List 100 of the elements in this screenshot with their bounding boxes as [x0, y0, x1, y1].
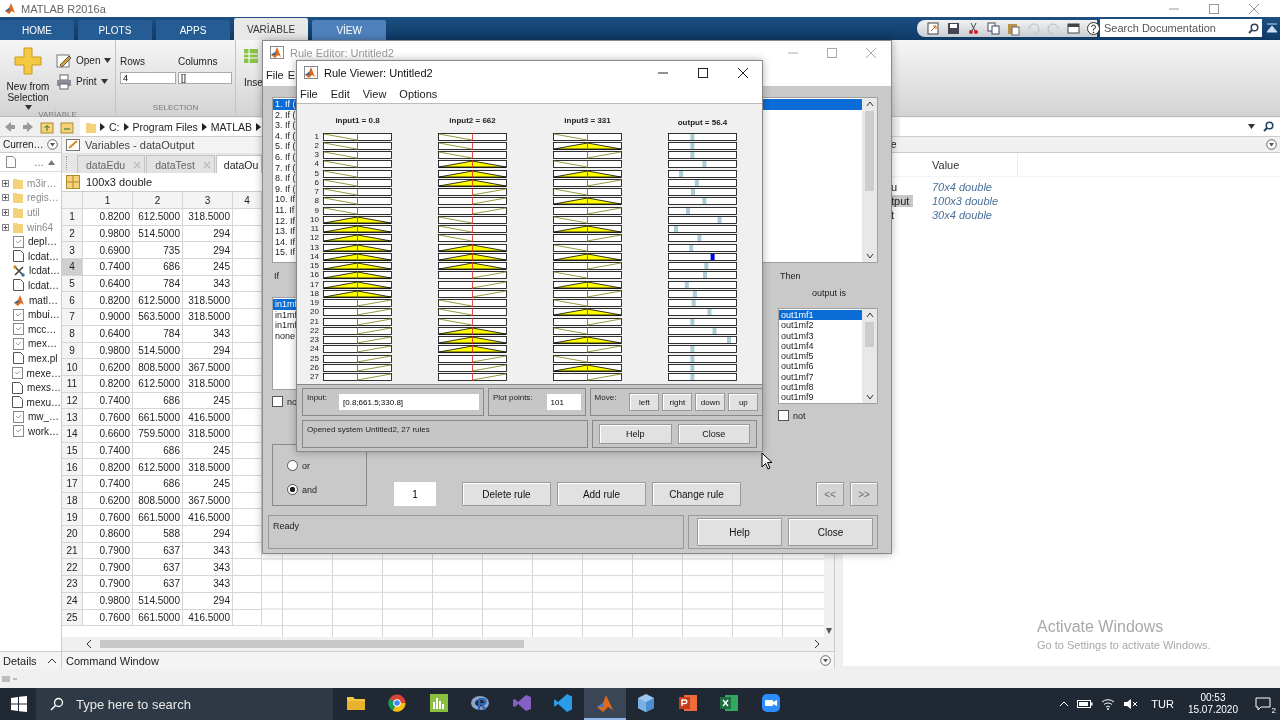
file-name[interactable]: lcdat…: [29, 265, 61, 277]
membership-list[interactable]: out1mf1 out1mf2 out1mf3 out1mf4 out1mf5 out1mf6 out1mf7 out1mf8 out1mf9: [778, 308, 878, 404]
list-item[interactable]: out1mf6: [779, 361, 862, 372]
list-item[interactable]: out1mf1: [779, 310, 862, 321]
menu-item[interactable]: Edit: [330, 87, 350, 100]
row-header[interactable]: 3: [62, 242, 83, 260]
start-icon[interactable]: [11, 696, 27, 712]
radio-button[interactable]: [287, 460, 298, 471]
file-name[interactable]: win64: [27, 221, 54, 233]
scrollbar[interactable]: [62, 637, 834, 651]
column-header[interactable]: 4: [233, 192, 262, 209]
move-button[interactable]: left: [629, 393, 660, 411]
scroll-thumb[interactable]: [865, 322, 874, 347]
scroll-right-icon[interactable]: [814, 640, 820, 648]
list-item[interactable]: out1mf3: [779, 330, 862, 341]
cut-icon[interactable]: [966, 21, 981, 36]
expand-icon[interactable]: [2, 194, 9, 202]
list-item[interactable]: out1mf4: [779, 340, 862, 352]
rows-field[interactable]: 4: [120, 72, 176, 84]
expand-icon[interactable]: [2, 179, 9, 187]
dialog-button[interactable]: Help: [599, 424, 672, 444]
checkbox[interactable]: [272, 396, 283, 407]
row-header[interactable]: 20: [62, 526, 83, 543]
plot-points-field[interactable]: 101: [546, 394, 581, 410]
file-name[interactable]: mexs…: [27, 382, 61, 394]
shortcut-icon[interactable]: [926, 21, 941, 36]
radio-button[interactable]: [287, 484, 298, 495]
file-name[interactable]: depl…: [28, 236, 57, 248]
rule-button[interactable]: Add rule: [557, 482, 646, 506]
variable-tab[interactable]: dataOu: [215, 155, 263, 173]
menu-item[interactable]: File: [266, 69, 284, 81]
search-icon[interactable]: [1248, 23, 1259, 34]
dialog-button[interactable]: Close: [677, 424, 750, 444]
move-button[interactable]: down: [695, 393, 726, 411]
ribbon-tab[interactable]: PLOTS: [78, 20, 152, 40]
rule-number-field[interactable]: 1: [394, 482, 436, 506]
row-header[interactable]: 6: [62, 292, 83, 310]
ribbon-tab[interactable]: APPS: [156, 20, 230, 40]
row-header[interactable]: 16: [62, 459, 83, 476]
menu-item[interactable]: E: [287, 69, 296, 81]
scrollbar[interactable]: [862, 309, 877, 403]
file-name[interactable]: mexe…: [26, 367, 61, 379]
file-name[interactable]: mbui…: [28, 309, 60, 321]
row-header[interactable]: 17: [62, 476, 83, 493]
menu-item[interactable]: View: [362, 87, 387, 100]
ribbon-tab[interactable]: HOME: [0, 20, 74, 40]
dialog-button[interactable]: Help: [697, 518, 782, 546]
collapse-icon[interactable]: [1266, 22, 1278, 34]
menu-item[interactable]: Options: [399, 87, 438, 100]
panel-menu-icon[interactable]: [1266, 139, 1277, 150]
insert-button[interactable]: Inse: [244, 48, 263, 88]
file-name[interactable]: mex…: [28, 338, 57, 350]
list-item[interactable]: out1mf5: [779, 351, 862, 362]
checkbox[interactable]: [778, 410, 789, 421]
variable-tab[interactable]: dataEdu: [77, 155, 146, 173]
expand-icon[interactable]: [2, 223, 9, 231]
scroll-down-icon[interactable]: [865, 394, 874, 400]
ribbon-tab[interactable]: VİEW: [312, 20, 387, 40]
file-name[interactable]: lcdat…: [28, 279, 60, 291]
row-header[interactable]: 10: [62, 359, 83, 376]
address-field[interactable]: C: Program Files MATLAB: [80, 117, 262, 136]
close-button[interactable]: [737, 66, 749, 79]
list-item[interactable]: out1mf9: [779, 392, 862, 403]
battery-icon[interactable]: [1077, 699, 1094, 709]
row-header[interactable]: 4: [62, 259, 83, 276]
column-header[interactable]: 2: [133, 192, 183, 209]
file-name[interactable]: mw_…: [28, 411, 60, 423]
file-name[interactable]: m3ir…: [27, 177, 57, 189]
dialog-button[interactable]: Close: [788, 518, 873, 546]
list-item[interactable]: out1mf2: [779, 320, 862, 331]
language-indicator[interactable]: TUR: [1151, 698, 1174, 710]
file-name[interactable]: work…: [28, 425, 60, 437]
variable-name[interactable]: tput: [891, 195, 914, 207]
row-header[interactable]: 1: [62, 209, 83, 226]
muted-speaker-icon[interactable]: [1123, 698, 1140, 710]
file-name[interactable]: matl…: [29, 294, 58, 306]
window-icon[interactable]: [1066, 21, 1081, 36]
column-header[interactable]: …: [34, 156, 44, 168]
columns-field[interactable]: []: [178, 72, 232, 84]
row-header[interactable]: 7: [62, 309, 83, 326]
scroll-down-icon[interactable]: [826, 627, 832, 635]
scroll-up-icon[interactable]: [865, 101, 874, 107]
file-name[interactable]: regis…: [27, 192, 59, 204]
row-header[interactable]: 13: [62, 409, 83, 426]
save-icon[interactable]: [946, 21, 961, 36]
column-header[interactable]: 3: [183, 192, 233, 209]
file-name[interactable]: mexu…: [26, 396, 61, 408]
panel-menu-icon[interactable]: [820, 655, 831, 666]
search-icon[interactable]: [50, 697, 64, 711]
search-icon[interactable]: [1263, 121, 1274, 132]
chevron-up-icon[interactable]: [1059, 701, 1070, 707]
move-button[interactable]: right: [662, 393, 693, 411]
scroll-left-icon[interactable]: [86, 640, 92, 648]
scrollbar[interactable]: [862, 98, 877, 262]
maximize-button[interactable]: [697, 66, 709, 79]
file-name[interactable]: util: [27, 207, 40, 218]
rule-button[interactable]: Delete rule: [462, 482, 551, 506]
help-icon[interactable]: [1086, 21, 1101, 36]
print-button[interactable]: Print: [56, 73, 112, 90]
row-header[interactable]: 19: [62, 509, 83, 527]
